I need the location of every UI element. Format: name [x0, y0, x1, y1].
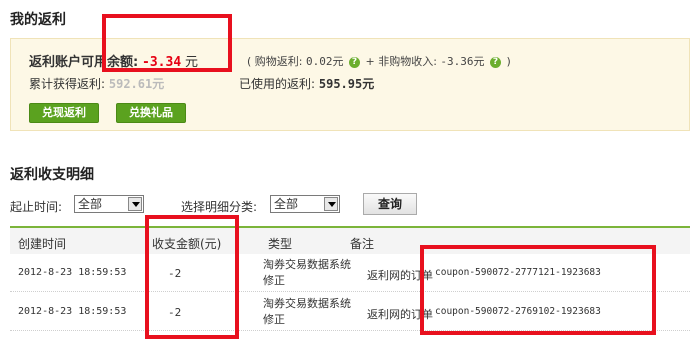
row-date: 2012-8-23 18:59:53	[18, 267, 127, 278]
row-type: 淘券交易数据系统修正	[263, 258, 351, 287]
time-range-value: 全部	[78, 197, 103, 211]
balance-breakdown: ( 购物返利: 0.02元 ? + 非购物收入: -3.36元 ? )	[247, 53, 511, 69]
exchange-gift-button[interactable]: 兑换礼品	[116, 103, 186, 123]
time-range-select[interactable]: 全部	[74, 195, 144, 213]
section-title-my-rebate: 我的返利	[10, 12, 66, 28]
category-label: 选择明细分类:	[181, 200, 258, 214]
highlight-box-balance	[102, 14, 232, 72]
shopping-rebate-value: 0.02元	[306, 55, 344, 68]
used-rebate-label: 已使用的返利:	[239, 77, 316, 91]
header-remark: 备注	[350, 237, 375, 251]
row-type: 淘券交易数据系统修正	[263, 297, 351, 326]
highlight-box-amount-column	[145, 215, 239, 339]
help-question-icon[interactable]: ?	[349, 56, 360, 68]
time-range-label: 起止时间:	[10, 200, 63, 214]
header-created-time: 创建时间	[18, 237, 67, 251]
chevron-down-icon[interactable]	[128, 197, 142, 211]
section-title-rebate-details: 返利收支明细	[10, 167, 94, 183]
header-type: 类型	[268, 237, 293, 251]
non-shopping-value: -3.36元	[440, 55, 485, 68]
used-rebate-line: 已使用的返利: 595.95元	[239, 75, 374, 92]
category-select[interactable]: 全部	[270, 195, 340, 213]
category-value: 全部	[274, 197, 299, 211]
row-date: 2012-8-23 18:59:53	[18, 306, 127, 317]
non-shopping-label: + 非购物收入:	[365, 55, 441, 68]
query-button[interactable]: 查询	[363, 193, 417, 215]
redeem-rebate-button[interactable]: 兑现返利	[29, 103, 99, 123]
chevron-down-icon[interactable]	[324, 197, 338, 211]
total-earned-value: 592.61元	[108, 77, 165, 91]
help-question-icon[interactable]: ?	[490, 56, 502, 68]
highlight-box-coupon-column	[420, 245, 656, 335]
breakdown-prefix: ( 购物返利:	[247, 55, 306, 68]
total-earned-label: 累计获得返利:	[29, 77, 106, 91]
breakdown-suffix: )	[506, 55, 511, 68]
total-earned-line: 累计获得返利: 592.61元	[29, 75, 164, 92]
used-rebate-value: 595.95元	[318, 77, 375, 91]
